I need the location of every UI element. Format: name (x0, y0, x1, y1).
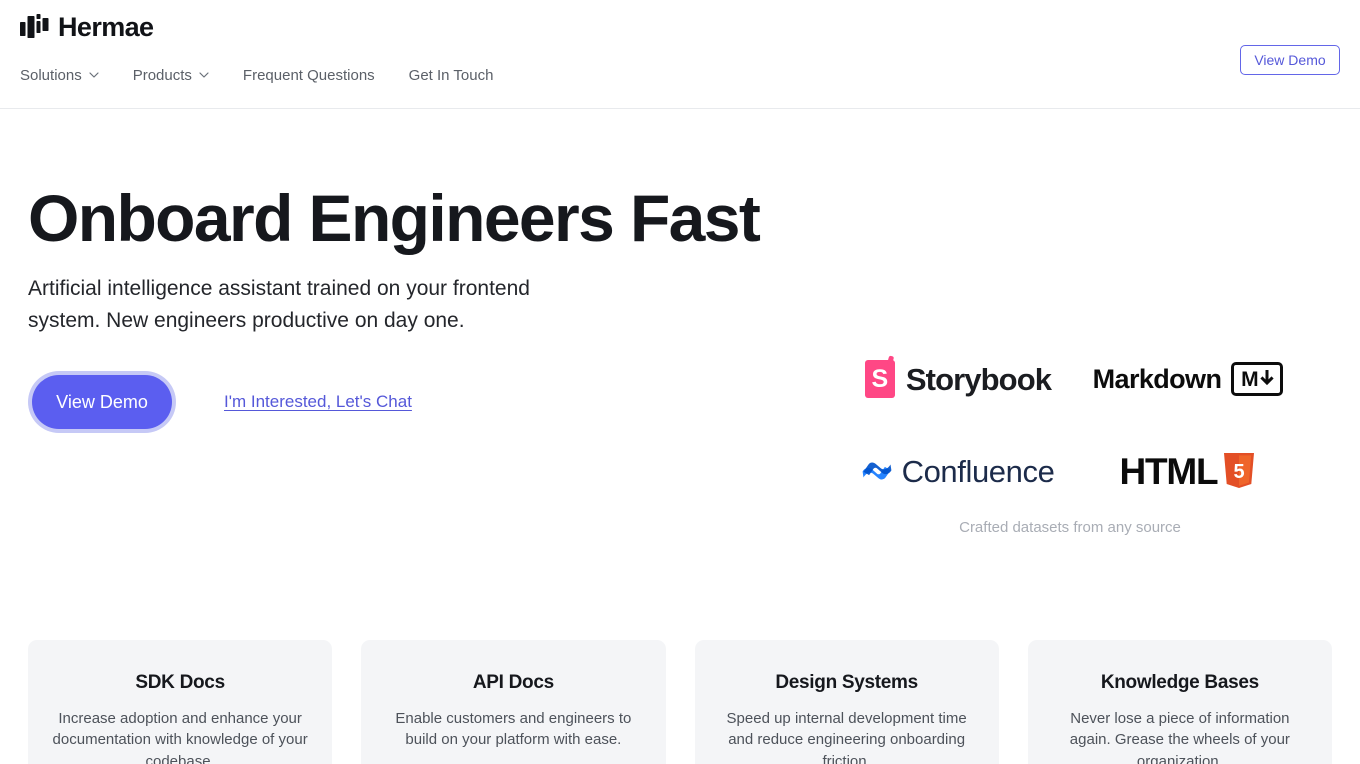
html5-shield-icon: 5 (1224, 453, 1255, 488)
feature-card-design-systems[interactable]: Design Systems Speed up internal develop… (694, 640, 999, 764)
nav-item-label: Frequent Questions (242, 66, 375, 84)
card-description: Speed up internal development time and r… (726, 710, 967, 764)
hero-subtitle: Artificial intelligence assistant traine… (28, 277, 530, 332)
html5-logo-icon: HTML 5 (1120, 452, 1257, 490)
feature-card-api-docs[interactable]: API Docs Enable customers and engineers … (361, 640, 666, 764)
card-title: SDK Docs (135, 672, 225, 693)
bar-chart-logo-icon (20, 14, 49, 38)
confluence-wordmark: Confluence (901, 453, 1055, 489)
logo-cell-confluence: Confluence (840, 425, 1076, 517)
feature-card-knowledge-bases[interactable]: Knowledge Bases Never lose a piece of in… (1027, 640, 1332, 764)
svg-text:5: 5 (1234, 461, 1245, 483)
card-description: Increase adoption and enhance your docum… (52, 710, 308, 764)
card-description: Enable customers and engineers to build … (395, 710, 632, 749)
feature-card-sdk-docs[interactable]: SDK Docs Increase adoption and enhance y… (28, 640, 333, 764)
logo-grid: S Storybook Markdown M Confluence HTML 5 (840, 333, 1300, 517)
hero-actions: View Demo I'm Interested, Let's Chat (28, 370, 748, 433)
chevron-down-icon (89, 72, 99, 78)
page-title: Onboard Engineers Fast (28, 181, 761, 255)
storybook-logo-icon: S Storybook (864, 360, 1052, 398)
hero-section: Onboard Engineers Fast Artificial intell… (0, 109, 1360, 640)
brand-name: Hermae (58, 11, 154, 42)
site-header: Hermae Solutions Products Frequent Quest… (0, 0, 1360, 109)
brand-logo[interactable]: Hermae (20, 10, 154, 44)
card-title: API Docs (472, 672, 554, 693)
nav-item-label: Get In Touch (408, 66, 494, 84)
nav-item-frequent-questions[interactable]: Frequent Questions (243, 68, 375, 83)
markdown-badge-letter: M (1241, 367, 1259, 391)
nav-item-label: Products (132, 66, 192, 84)
markdown-badge-icon: M (1231, 362, 1284, 396)
card-description: Never lose a piece of information again.… (1069, 710, 1290, 764)
chevron-down-icon (199, 72, 209, 78)
hero-view-demo-button[interactable]: View Demo (32, 374, 172, 429)
down-arrow-icon (1259, 370, 1274, 386)
storybook-mark-icon: S (864, 360, 895, 398)
logo-cell-markdown: Markdown M (1076, 333, 1300, 425)
html5-wordmark: HTML (1119, 451, 1219, 492)
markdown-wordmark: Markdown (1092, 363, 1222, 394)
confluence-logo-icon: Confluence (862, 456, 1055, 487)
feature-cards-row: SDK Docs Increase adoption and enhance y… (0, 640, 1360, 764)
nav-item-label: Solutions (20, 66, 82, 84)
nav-item-products[interactable]: Products (133, 68, 209, 83)
hero-view-demo-button-ring: View Demo (28, 370, 176, 433)
hero-copy: Onboard Engineers Fast Artificial intell… (28, 181, 761, 433)
logo-cell-storybook: S Storybook (840, 333, 1076, 425)
card-title: Design Systems (775, 672, 918, 693)
hero-contact-link[interactable]: I'm Interested, Let's Chat (224, 392, 412, 412)
markdown-logo-icon: Markdown M (1093, 362, 1284, 396)
logo-cell-html5: HTML 5 (1076, 425, 1300, 517)
confluence-mark-icon (862, 462, 891, 480)
nav-item-solutions[interactable]: Solutions (20, 68, 99, 83)
card-title: Knowledge Bases (1100, 672, 1259, 693)
header-view-demo-button[interactable]: View Demo (1240, 45, 1340, 75)
logo-cloud-caption: Crafted datasets from any source (959, 519, 1181, 536)
main-nav: Solutions Products Frequent Questions Ge… (20, 62, 493, 88)
storybook-wordmark: Storybook (905, 361, 1052, 397)
logo-cloud: S Storybook Markdown M Confluence HTML 5… (840, 333, 1300, 536)
nav-item-get-in-touch[interactable]: Get In Touch (409, 68, 494, 83)
